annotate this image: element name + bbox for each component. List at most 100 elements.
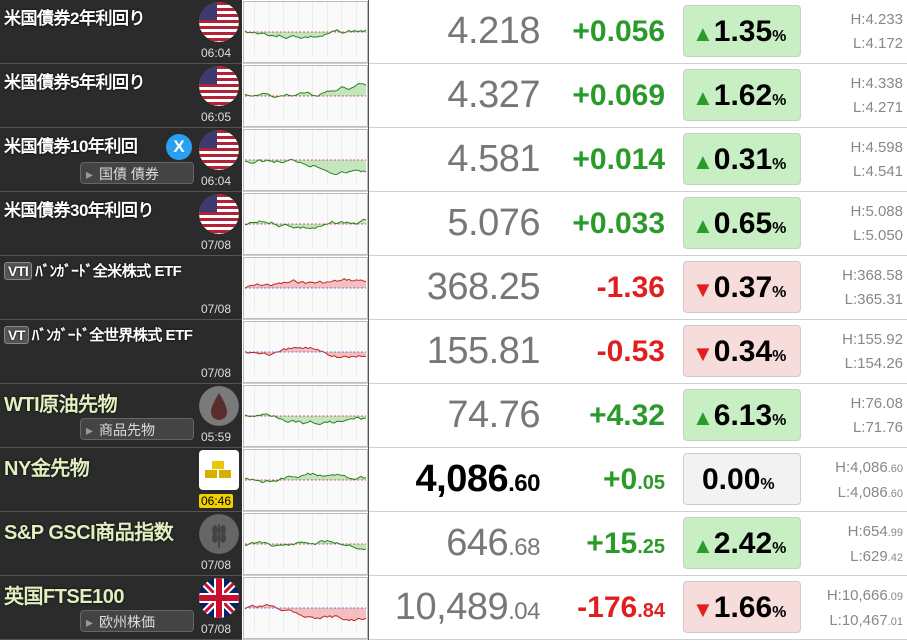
- ticker-badge: VTI: [4, 262, 33, 280]
- day-low: L:629.42: [848, 545, 903, 570]
- x-share-icon[interactable]: X: [166, 134, 192, 160]
- percent-value: 0.00: [702, 463, 761, 496]
- quote-row[interactable]: 米国債券10年利回 X国債 債券 06:04 4.581 +0.014 ▲0.31% H:4…: [0, 128, 907, 192]
- price-decimal: .60: [508, 470, 540, 497]
- quote-row[interactable]: NY金先物 06:46 4,086.60 +0.05 0.00% H:4,086.60 L:…: [0, 448, 907, 512]
- percent-unit: %: [772, 348, 787, 365]
- high-decimal: .99: [887, 527, 903, 539]
- last-price: 4.581: [447, 138, 540, 180]
- update-time: 06:46: [199, 494, 234, 508]
- quote-row[interactable]: S&P GSCI商品指数 07/08 646.68 +15.25 ▲2.42% H:654…: [0, 512, 907, 576]
- instrument-name-text: 米国債券10年利回: [4, 137, 138, 156]
- instrument-name[interactable]: 英国FTSE100: [4, 580, 124, 609]
- instrument-name-text: ﾊﾞﾝｶﾞｰﾄﾞ全米株式 ETF: [35, 263, 182, 280]
- market-list: 米国債券2年利回り 06:04 4.218 +0.056 ▲1.35% H:4.233 L:…: [0, 0, 907, 640]
- gold-bars-icon: [199, 450, 239, 490]
- price-change: +4.32: [589, 399, 665, 432]
- quote-row[interactable]: 米国債券30年利回り 07/08 5.076 +0.033 ▲0.65% H:5.088 L…: [0, 192, 907, 256]
- high-low: H:368.58 L:365.31: [842, 264, 903, 312]
- mini-chart[interactable]: [243, 449, 368, 511]
- instrument-name[interactable]: NY金先物: [4, 452, 90, 481]
- quote-row[interactable]: 米国債券2年利回り 06:04 4.218 +0.056 ▲1.35% H:4.233 L:…: [0, 0, 907, 64]
- last-price: 74.76: [447, 394, 540, 436]
- percent-change-box: ▼0.34%: [683, 325, 801, 377]
- day-high: H:76.08: [850, 395, 903, 412]
- price-change: -1.36: [596, 271, 665, 304]
- last-price: 10,489.04: [395, 586, 541, 629]
- quote-row[interactable]: WTI原油先物商品先物 05:59 74.76 +4.32 ▲6.13% H:76.08 L…: [0, 384, 907, 448]
- instrument-name[interactable]: 米国債券2年利回り: [4, 4, 145, 29]
- category-tag-button[interactable]: 商品先物: [80, 418, 194, 441]
- percent-value: 2.42: [713, 527, 773, 560]
- low-decimal: .01: [887, 616, 903, 628]
- instrument-name[interactable]: WTI原油先物: [4, 388, 118, 417]
- percent-change-box: ▼1.66%: [683, 581, 801, 633]
- price-change: +0.056: [572, 15, 665, 48]
- day-high: H:10,666.09: [827, 584, 903, 609]
- percent-unit: %: [772, 412, 787, 429]
- high-low: H:654.99 L:629.42: [848, 520, 903, 570]
- mini-chart[interactable]: [243, 129, 368, 191]
- day-low: L:71.76: [852, 419, 903, 436]
- quote-row[interactable]: 米国債券5年利回り 06:05 4.327 +0.069 ▲1.62% H:4.338 L:…: [0, 64, 907, 128]
- percent-value: 6.13: [713, 399, 773, 432]
- mini-chart[interactable]: [243, 577, 368, 639]
- update-time: 07/08: [201, 302, 232, 316]
- mini-chart[interactable]: [243, 321, 368, 383]
- up-arrow-icon: ▲: [692, 213, 714, 238]
- instrument-name[interactable]: VTI ﾊﾞﾝｶﾞｰﾄﾞ全米株式 ETF: [4, 260, 182, 281]
- oil-drop-icon: [199, 386, 239, 426]
- quote-row[interactable]: 英国FTSE100欧州株価 07/08 10,489.04 -176.84 ▼1.66%…: [0, 575, 907, 640]
- day-high: H:155.92: [842, 331, 903, 348]
- day-high: H:4.233: [850, 11, 903, 28]
- percent-change-box: 0.00%: [683, 453, 801, 505]
- day-low: L:4.172: [852, 35, 903, 52]
- percent-change-box: ▲1.35%: [683, 5, 801, 57]
- quote-row[interactable]: VT ﾊﾞﾝｶﾞｰﾄﾞ全世界株式 ETF 07/08 155.81 -0.53 ▼0.34…: [0, 320, 907, 384]
- instrument-name-text: 英国FTSE100: [4, 586, 124, 608]
- last-price: 155.81: [426, 330, 541, 372]
- day-low: L:4.271: [852, 99, 903, 116]
- update-time: 07/08: [201, 238, 232, 252]
- category-tag-button[interactable]: 国債 債券: [80, 162, 194, 185]
- category-tag-button[interactable]: 欧州株価: [80, 610, 194, 633]
- instrument-name-text: S&P GSCI商品指数: [4, 522, 174, 544]
- day-low: L:365.31: [844, 291, 903, 308]
- quote-row[interactable]: VTI ﾊﾞﾝｶﾞｰﾄﾞ全米株式 ETF 07/08 368.25 -1.36 ▼0.37…: [0, 256, 907, 320]
- last-price: 5.076: [447, 202, 540, 244]
- update-time: 05:59: [201, 430, 232, 444]
- percent-unit: %: [760, 476, 775, 493]
- high-low: H:4,086.60 L:4,086.60: [835, 456, 903, 506]
- percent-unit: %: [772, 28, 787, 45]
- high-low: H:5.088 L:5.050: [850, 200, 903, 248]
- percent-unit: %: [772, 156, 787, 173]
- high-low: H:4.233 L:4.172: [850, 8, 903, 56]
- wheat-icon: [199, 514, 239, 554]
- percent-change-box: ▲1.62%: [683, 69, 801, 121]
- instrument-name[interactable]: VT ﾊﾞﾝｶﾞｰﾄﾞ全世界株式 ETF: [4, 324, 193, 345]
- divider: [368, 128, 369, 192]
- last-price: 4,086.60: [416, 458, 541, 501]
- mini-chart[interactable]: [243, 193, 368, 255]
- mini-chart[interactable]: [243, 257, 368, 319]
- change-integer: +15: [586, 527, 638, 560]
- day-high: H:368.58: [842, 267, 903, 284]
- instrument-name[interactable]: 米国債券30年利回り: [4, 196, 154, 221]
- day-low: L:154.26: [844, 355, 903, 372]
- instrument-name-text: 米国債券2年利回り: [4, 9, 145, 28]
- high-low: H:4.338 L:4.271: [850, 72, 903, 120]
- divider: [368, 64, 369, 128]
- instrument-name[interactable]: 米国債券10年利回: [4, 132, 138, 157]
- mini-chart[interactable]: [243, 385, 368, 447]
- instrument-name[interactable]: S&P GSCI商品指数: [4, 516, 174, 545]
- mini-chart[interactable]: [243, 513, 368, 575]
- instrument-panel: WTI原油先物商品先物 05:59: [0, 384, 242, 448]
- update-time: 06:05: [201, 110, 232, 124]
- price-decimal: .68: [508, 534, 540, 561]
- percent-change-box: ▲0.31%: [683, 133, 801, 185]
- instrument-name[interactable]: 米国債券5年利回り: [4, 68, 145, 93]
- instrument-panel: 英国FTSE100欧州株価 07/08: [0, 575, 242, 640]
- percent-change-box: ▲0.65%: [683, 197, 801, 249]
- mini-chart[interactable]: [243, 1, 368, 63]
- mini-chart[interactable]: [243, 65, 368, 127]
